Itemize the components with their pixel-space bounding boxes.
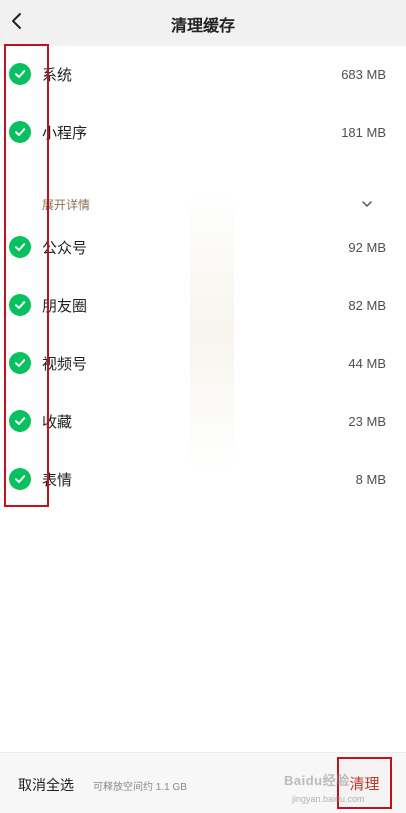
item-size: 82 MB [348,297,386,313]
checkmark-icon[interactable] [9,63,31,85]
deselect-all-button[interactable]: 取消全选 [18,775,74,795]
checkmark-icon[interactable] [9,352,31,374]
cache-item-stickers[interactable]: 表情 8 MB [0,459,406,499]
cache-item-channels[interactable]: 视频号 44 MB [0,343,406,383]
expand-details-label: 展开详情 [42,198,91,212]
free-space-text: 可释放空间约 1.1 GB [93,782,187,793]
page-title: 清理缓存 [170,18,235,35]
cache-item-moments[interactable]: 朋友圈 82 MB [0,285,406,325]
expand-details-row[interactable]: 展开详情 [0,189,406,219]
header: 清理缓存 [0,0,406,46]
item-label: 公众号 [42,239,88,257]
chevron-down-icon [362,201,372,207]
item-label: 表情 [42,471,73,489]
cache-list: 系统 683 MB 小程序 181 MB 展开详情 公众号 92 MB 朋友圈 … [0,46,406,752]
item-size: 92 MB [348,239,386,255]
checkmark-icon[interactable] [9,121,31,143]
item-size: 23 MB [348,413,386,429]
item-size: 181 MB [341,124,386,140]
item-label: 小程序 [42,124,88,142]
item-size: 683 MB [341,66,386,82]
item-label: 视频号 [42,355,88,373]
cache-item-favorites[interactable]: 收藏 23 MB [0,401,406,441]
item-label: 系统 [42,66,73,84]
cache-item-system[interactable]: 系统 683 MB [0,54,406,94]
item-size: 44 MB [348,355,386,371]
item-label: 朋友圈 [42,297,88,315]
footer-bar: 取消全选 可释放空间约 1.1 GB 清理 [0,752,406,813]
item-size: 8 MB [355,471,386,487]
clean-button[interactable]: 清理 [337,757,392,809]
cache-item-official-accounts[interactable]: 公众号 92 MB [0,227,406,267]
checkmark-icon[interactable] [9,410,31,432]
checkmark-icon[interactable] [9,468,31,490]
checkmark-icon[interactable] [9,236,31,258]
item-label: 收藏 [42,413,73,431]
checkmark-icon[interactable] [9,294,31,316]
cache-item-mini-program[interactable]: 小程序 181 MB [0,112,406,152]
